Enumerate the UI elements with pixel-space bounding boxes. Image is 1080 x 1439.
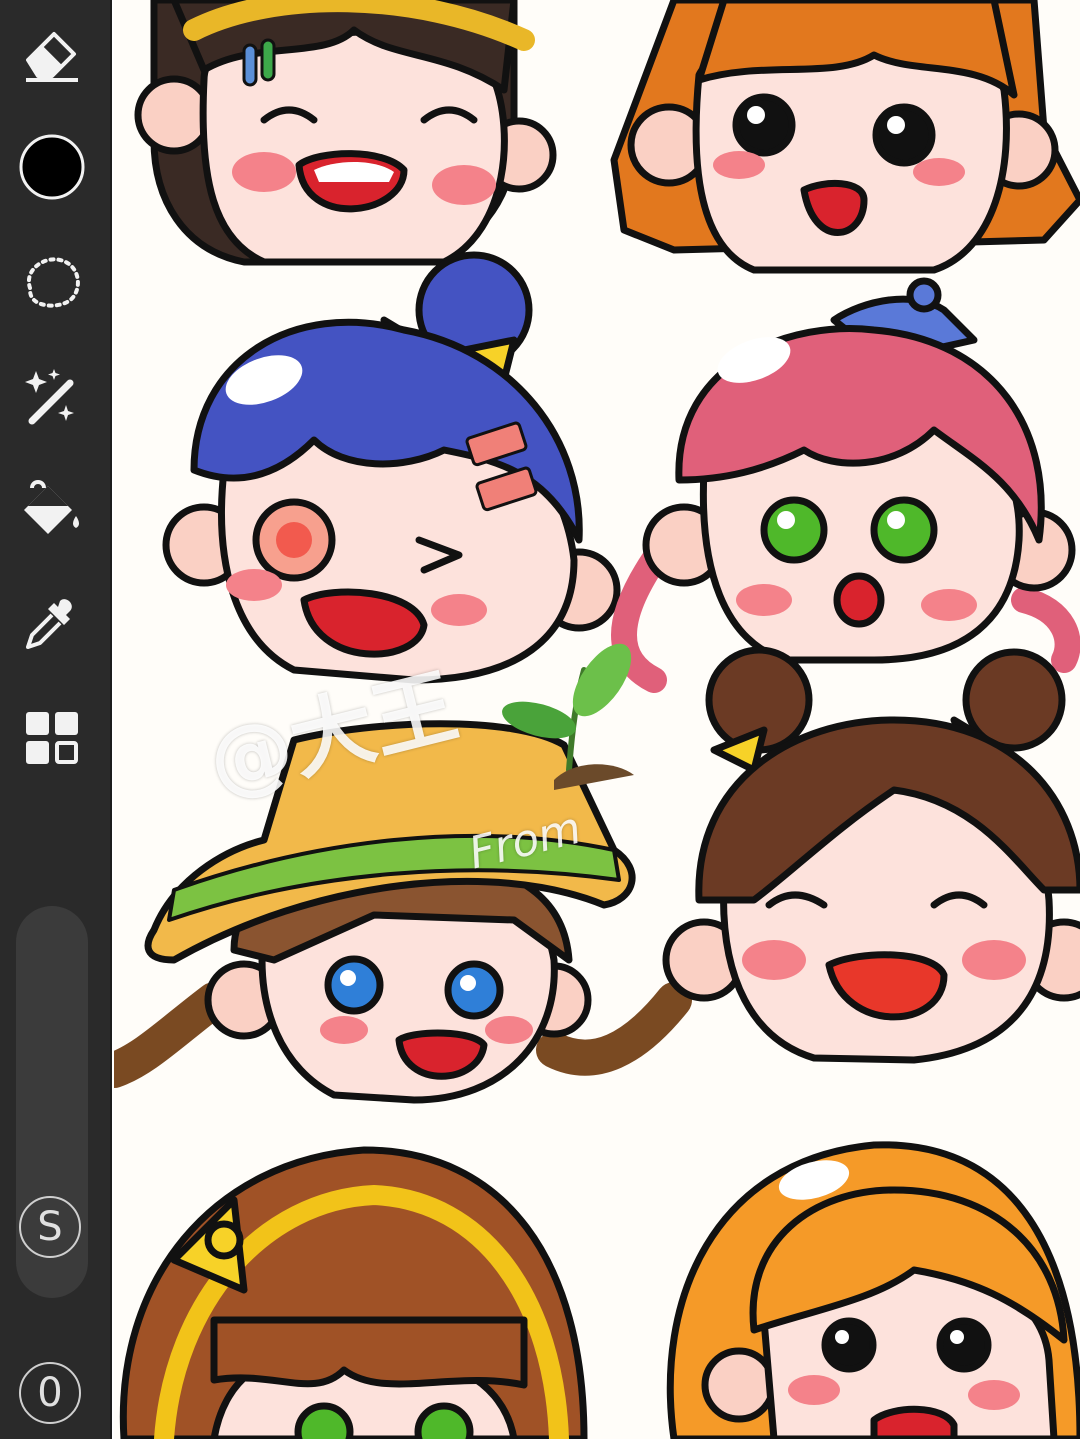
- zoom-reset-button[interactable]: 0: [19, 1362, 81, 1424]
- character-head-8: [666, 1141, 1080, 1439]
- zoom-label: 0: [37, 1370, 63, 1416]
- character-head-3: [162, 251, 621, 684]
- paint-bucket-icon[interactable]: [16, 474, 88, 546]
- symmetry-button[interactable]: S: [19, 1196, 81, 1258]
- lasso-select-icon[interactable]: [16, 246, 88, 318]
- layers-grid-icon[interactable]: [16, 702, 88, 774]
- character-head-1: [134, 0, 557, 266]
- symmetry-label: S: [37, 1204, 63, 1250]
- color-swatch[interactable]: [16, 131, 88, 203]
- character-head-4: [611, 277, 1080, 693]
- tool-sidebar: S 0: [0, 0, 112, 1439]
- character-head-7: [119, 1146, 588, 1439]
- eraser-icon[interactable]: [16, 18, 88, 90]
- character-head-6: [662, 646, 1080, 1064]
- drawing-canvas[interactable]: @大王 From: [114, 0, 1080, 1439]
- magic-wand-icon[interactable]: [16, 361, 88, 433]
- eyedropper-icon[interactable]: [16, 589, 88, 661]
- character-head-2: [610, 0, 1080, 274]
